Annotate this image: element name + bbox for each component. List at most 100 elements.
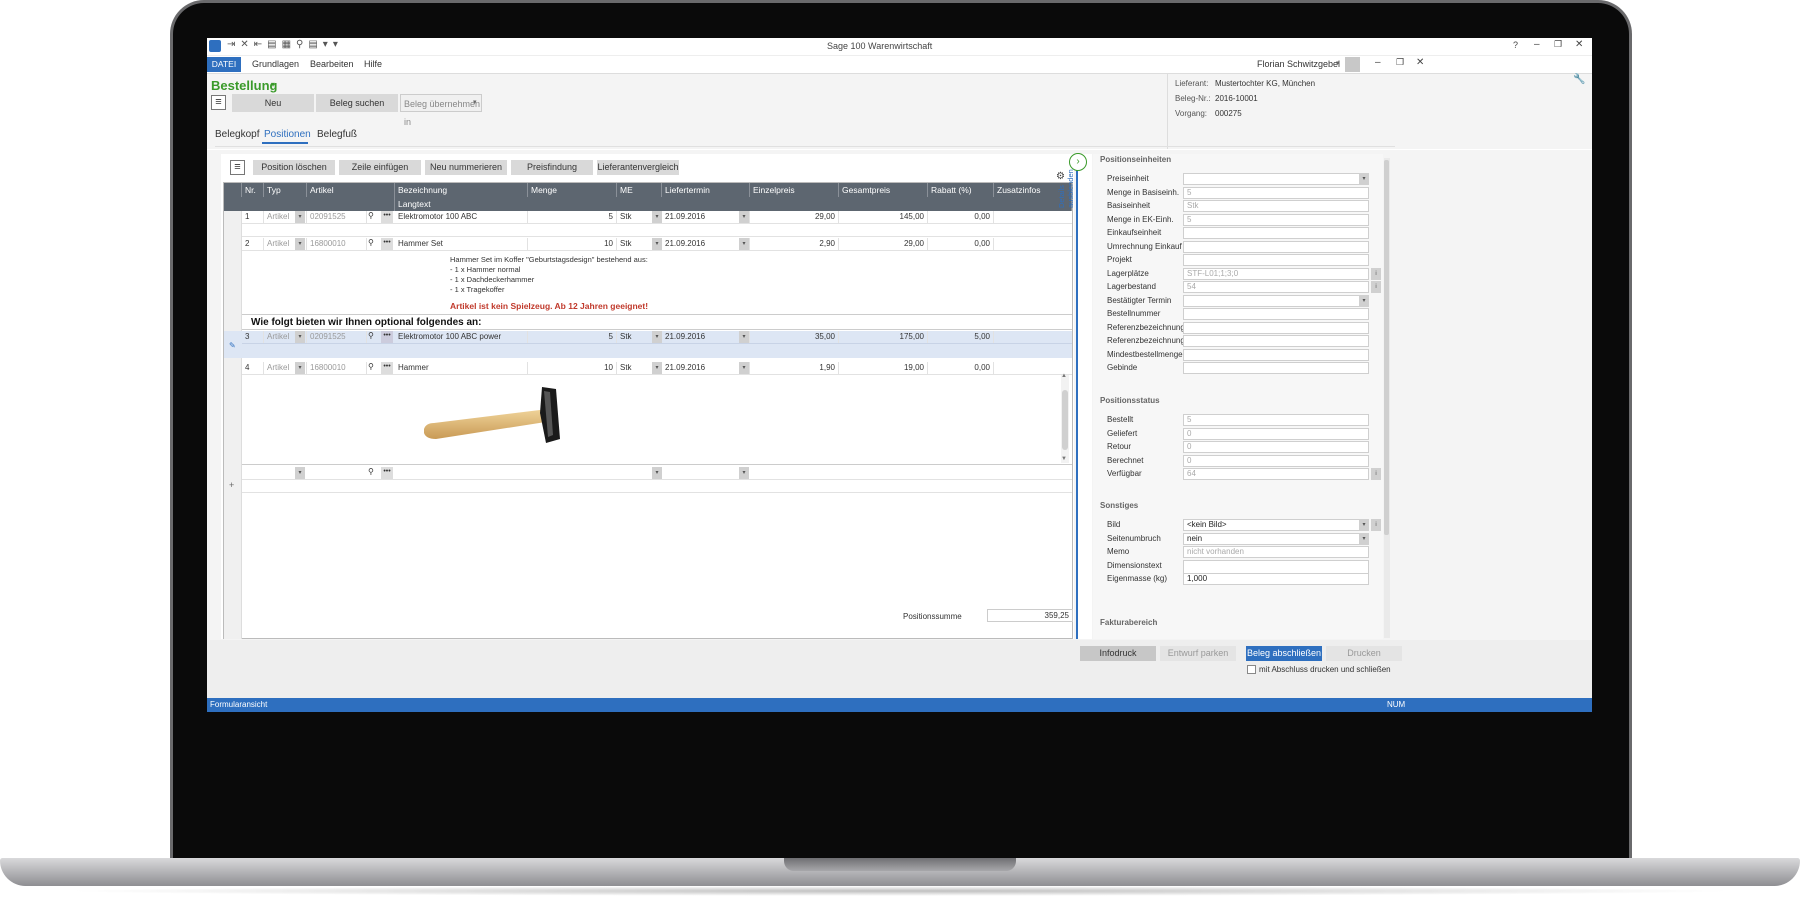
- beleg-uebernehmen-select[interactable]: Beleg übernehmen in: [400, 94, 482, 127]
- column-header-liefertermin[interactable]: Liefertermin: [662, 183, 750, 197]
- beleg-suchen-button[interactable]: Beleg suchen: [316, 94, 398, 112]
- chevron-down-icon[interactable]: ▾: [652, 362, 662, 374]
- field-input[interactable]: [1183, 254, 1369, 266]
- cell-rabatt[interactable]: 5,00: [928, 331, 994, 343]
- chevron-down-icon[interactable]: ▾: [739, 467, 749, 479]
- drucken-button[interactable]: Drucken: [1326, 646, 1402, 661]
- cell-liefertermin[interactable]: 21.09.2016: [662, 238, 750, 250]
- field-input[interactable]: 64: [1183, 468, 1369, 480]
- langtext-row[interactable]: [242, 224, 1072, 237]
- more-icon[interactable]: •••: [381, 362, 393, 374]
- chevron-down-icon[interactable]: ▾: [739, 211, 749, 223]
- info-icon[interactable]: i: [1371, 468, 1381, 480]
- cell-artikel[interactable]: 02091525: [307, 211, 367, 223]
- cell-einzelpreis[interactable]: 2,90: [750, 238, 839, 250]
- field-input[interactable]: 5: [1183, 414, 1369, 426]
- cell-bezeichnung[interactable]: Elektromotor 100 ABC power: [395, 331, 528, 343]
- field-input[interactable]: [1183, 294, 1369, 307]
- info-icon[interactable]: i: [1371, 281, 1381, 293]
- table-row[interactable]: 1 Artikel ▾ 02091525 ⚲ ••• Elektromotor …: [242, 211, 1072, 224]
- chevron-down-icon[interactable]: ▾: [1359, 173, 1369, 185]
- field-input[interactable]: STF-L01;1;3;0: [1183, 267, 1369, 280]
- chevron-down-icon[interactable]: ▾: [295, 238, 305, 250]
- cell-bezeichnung[interactable]: Hammer: [395, 362, 528, 374]
- langtext-row[interactable]: ▲ ▼: [242, 373, 1072, 465]
- cell-einzelpreis[interactable]: 29,00: [750, 211, 839, 223]
- field-input[interactable]: nicht vorhanden: [1183, 546, 1369, 558]
- more-icon[interactable]: •••: [381, 238, 393, 250]
- column-header-gesamtpreis[interactable]: Gesamtpreis: [839, 183, 928, 197]
- cell-liefertermin[interactable]: 21.09.2016: [662, 362, 750, 374]
- menu-hilfe[interactable]: Hilfe: [364, 59, 382, 69]
- user-dropdown-icon[interactable]: ▾: [1336, 59, 1340, 67]
- field-input[interactable]: Stk: [1183, 200, 1369, 212]
- column-header-menge[interactable]: Menge: [528, 183, 617, 197]
- search-icon[interactable]: ⚲: [368, 238, 374, 247]
- search-icon[interactable]: ⚲: [368, 331, 374, 340]
- cell-rabatt[interactable]: 0,00: [928, 238, 994, 250]
- beleg-abschliessen-button[interactable]: Beleg abschließen: [1246, 646, 1322, 661]
- add-row-icon[interactable]: +: [229, 480, 234, 490]
- field-input[interactable]: 54: [1183, 281, 1369, 293]
- details-toggle-label[interactable]: Details ausblenden: [1057, 148, 1075, 208]
- infodruck-button[interactable]: Infodruck: [1080, 646, 1156, 661]
- details-scrollbar-thumb[interactable]: [1384, 160, 1389, 535]
- menu-grundlagen[interactable]: Grundlagen: [252, 59, 299, 69]
- field-input[interactable]: [1183, 348, 1369, 361]
- field-input[interactable]: <kein Bild>: [1183, 519, 1369, 531]
- cell-gesamtpreis[interactable]: 175,00: [839, 331, 928, 343]
- cell-liefertermin[interactable]: 21.09.2016: [662, 331, 750, 343]
- chevron-down-icon[interactable]: ▾: [295, 362, 305, 374]
- chevron-down-icon[interactable]: ▾: [739, 331, 749, 343]
- neu-nummerieren-button[interactable]: Neu nummerieren: [425, 160, 507, 175]
- field-input[interactable]: [1183, 321, 1369, 334]
- menu-datei[interactable]: DATEI: [207, 57, 241, 72]
- quick-access-icons[interactable]: ⇥✕⇤▤▦⚲▤▾▾: [227, 39, 343, 50]
- menu-bearbeiten[interactable]: Bearbeiten: [310, 59, 354, 69]
- field-input[interactable]: 5: [1183, 213, 1369, 226]
- field-input[interactable]: 0: [1183, 427, 1369, 440]
- minimize-icon[interactable]: –: [1375, 57, 1381, 68]
- table-row[interactable]: 3 Artikel ▾ 02091525 ⚲ ••• Elektromotor …: [242, 331, 1072, 344]
- more-icon[interactable]: •••: [381, 467, 393, 479]
- cell-rabatt[interactable]: 0,00: [928, 211, 994, 223]
- search-icon[interactable]: ⚲: [368, 362, 374, 371]
- tab-belegfuss[interactable]: Belegfuß: [317, 129, 357, 140]
- more-icon[interactable]: •••: [381, 331, 393, 343]
- preisfindung-button[interactable]: Preisfindung: [511, 160, 593, 175]
- cell-artikel[interactable]: 02091525: [307, 331, 367, 343]
- field-input[interactable]: [1183, 335, 1369, 347]
- langtext-row[interactable]: Hammer Set im Koffer "Geburtstagsdesign"…: [242, 251, 1072, 315]
- field-input[interactable]: 0: [1183, 454, 1369, 467]
- field-input[interactable]: [1183, 173, 1369, 185]
- close-icon[interactable]: ✕: [1416, 57, 1424, 68]
- scroll-up-icon[interactable]: ▲: [1061, 373, 1067, 379]
- chevron-down-icon[interactable]: ▾: [1359, 294, 1369, 307]
- section-row[interactable]: Wie folgt bieten wir Ihnen optional folg…: [242, 316, 1072, 330]
- cell-einzelpreis[interactable]: 35,00: [750, 331, 839, 343]
- minimize-icon[interactable]: –: [1534, 39, 1540, 50]
- search-icon[interactable]: ⚲: [368, 467, 374, 476]
- more-icon[interactable]: •••: [381, 211, 393, 223]
- cell-menge[interactable]: 10: [528, 238, 617, 250]
- search-icon[interactable]: ⚲: [368, 211, 374, 220]
- abschluss-checkbox[interactable]: [1247, 665, 1256, 674]
- wrench-icon[interactable]: 🔧: [1573, 74, 1585, 85]
- scroll-down-icon[interactable]: ▼: [1061, 456, 1067, 462]
- column-header-einzelpreis[interactable]: Einzelpreis: [750, 183, 839, 197]
- abschluss-checkbox-label[interactable]: mit Abschluss drucken und schließen: [1259, 665, 1391, 674]
- cell-gesamtpreis[interactable]: 29,00: [839, 238, 928, 250]
- cell-menge[interactable]: 10: [528, 362, 617, 374]
- info-icon[interactable]: i: [1371, 519, 1381, 531]
- cell-menge[interactable]: 5: [528, 211, 617, 223]
- lieferantenvergleich-button[interactable]: Lieferantenvergleich: [597, 160, 679, 175]
- restore-icon[interactable]: ❐: [1396, 57, 1404, 68]
- chevron-down-icon[interactable]: ▾: [739, 238, 749, 250]
- column-header-artikel[interactable]: Artikel: [307, 183, 395, 197]
- column-header-me[interactable]: ME: [617, 183, 662, 197]
- column-header-bezeichnung[interactable]: Bezeichnung: [395, 183, 528, 197]
- cell-artikel[interactable]: 16800010: [307, 362, 367, 374]
- chevron-down-icon[interactable]: ▾: [652, 331, 662, 343]
- cell-menge[interactable]: 5: [528, 331, 617, 343]
- field-input[interactable]: [1183, 227, 1369, 239]
